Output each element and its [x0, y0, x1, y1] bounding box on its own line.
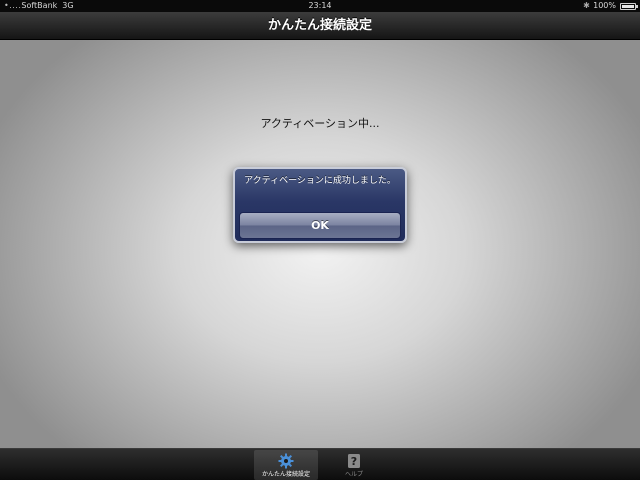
activation-status-text: アクティベーション中... [260, 117, 380, 130]
alert-dialog: アクティベーションに成功しました。 OK [233, 167, 407, 243]
tab-bar: かんたん接続設定 ? ヘルプ [0, 448, 640, 480]
battery-percent: 100% [593, 1, 616, 10]
alert-message: アクティベーションに成功しました。 [244, 176, 396, 186]
tab-label: ヘルプ [344, 471, 363, 478]
battery-fill [622, 4, 634, 8]
clock: 23:14 [308, 1, 332, 10]
ok-button[interactable]: OK [239, 212, 401, 239]
svg-text:?: ? [351, 455, 357, 468]
tab-label: かんたん接続設定 [261, 471, 310, 478]
bluetooth-icon: ✱ [583, 1, 590, 10]
help-icon: ? [348, 454, 360, 468]
navigation-bar: かんたん接続設定 [0, 12, 640, 40]
battery-status: ✱ 100% [583, 0, 638, 12]
tab-easy-connect-settings[interactable]: かんたん接続設定 [254, 450, 318, 480]
gear-icon [278, 453, 294, 469]
page-title: かんたん接続設定 [267, 18, 372, 33]
status-bar: •....SoftBank 3G 23:14 ✱ 100% [0, 0, 640, 12]
battery-icon [620, 2, 638, 10]
main-content: アクティベーション中... [0, 40, 640, 448]
tab-help[interactable]: ? ヘルプ [322, 450, 386, 480]
